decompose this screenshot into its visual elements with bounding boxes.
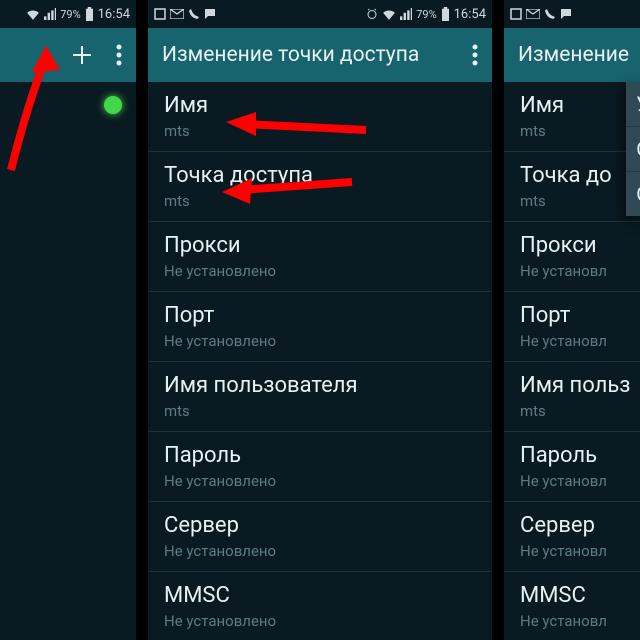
field-value: Не установл — [520, 332, 640, 352]
mail-icon — [170, 9, 184, 19]
field-title: Прокси — [520, 232, 640, 260]
field-value: Не установл — [520, 472, 640, 492]
status-bar: 79% 16:54 — [0, 0, 136, 28]
screenshot-icon — [154, 8, 166, 20]
chat-icon — [560, 8, 572, 20]
field-title: Пароль — [520, 442, 640, 470]
field-title: Имя пользователя — [164, 372, 476, 400]
field-title: Порт — [164, 302, 476, 330]
field-value: Не установл — [520, 542, 640, 562]
apn-field-row[interactable]: Точка доmts — [504, 152, 640, 221]
signal-icon — [400, 8, 412, 20]
status-bar — [504, 0, 640, 28]
phone-icon — [544, 8, 556, 20]
field-value: Не установлено — [164, 612, 476, 632]
phone-screenshot-3: Изменение УОС ИмяmtsТочка доmtsПроксиНе … — [504, 0, 640, 640]
mail-icon — [526, 9, 540, 19]
action-bar: Изменение — [504, 28, 640, 82]
apn-selected-radio[interactable] — [104, 96, 122, 114]
field-value: mts — [164, 402, 476, 422]
field-title: Прокси — [164, 232, 476, 260]
apn-list-content — [0, 82, 136, 640]
apn-field-row[interactable]: ПортНе установлено — [148, 292, 492, 361]
apn-field-row[interactable]: MMSCНе установл — [504, 572, 640, 640]
apn-field-row[interactable]: Точка доступаmts — [148, 152, 492, 221]
apn-field-row[interactable]: Имяmts — [148, 82, 492, 151]
field-value: mts — [520, 192, 640, 212]
overflow-menu-icon[interactable] — [116, 44, 122, 66]
field-value: Не установлено — [164, 262, 476, 282]
clock-time: 16:54 — [454, 7, 486, 22]
field-title: Имя — [520, 92, 640, 120]
status-bar: 79% 16:54 — [148, 0, 492, 28]
popup-menu-item[interactable]: С — [626, 172, 640, 216]
field-value: mts — [164, 192, 476, 212]
field-title: Имя польз — [520, 372, 640, 400]
field-value: Не установлено — [164, 332, 476, 352]
apn-edit-list: ИмяmtsТочка доступаmtsПроксиНе установле… — [148, 82, 492, 640]
phone-screenshot-1: 79% 16:54 — [0, 0, 136, 640]
chat-icon — [204, 8, 216, 20]
add-icon[interactable] — [70, 43, 94, 67]
overflow-menu-icon[interactable] — [472, 44, 478, 66]
field-title: Имя — [164, 92, 476, 120]
popup-menu-item[interactable]: У — [626, 82, 640, 127]
apn-field-row[interactable]: Имя пользователяmts — [148, 362, 492, 431]
signal-icon — [44, 8, 56, 20]
battery-pct: 79% — [416, 8, 436, 21]
apn-field-row[interactable]: ПарольНе установлено — [148, 432, 492, 501]
field-title: MMSC — [164, 582, 476, 610]
apn-edit-list: ИмяmtsТочка доmtsПроксиНе установлПортНе… — [504, 82, 640, 640]
field-value: Не установлено — [164, 472, 476, 492]
battery-pct: 79% — [60, 8, 80, 21]
apn-field-row[interactable]: MMSCНе установлено — [148, 572, 492, 640]
field-value: Не установл — [520, 262, 640, 282]
battery-icon — [441, 7, 450, 21]
field-value: Не установл — [520, 612, 640, 632]
action-bar: Изменение точки доступа — [148, 28, 492, 82]
apn-field-row[interactable]: ПроксиНе установлено — [148, 222, 492, 291]
field-title: Точка до — [520, 162, 640, 190]
field-value: mts — [164, 122, 476, 142]
page-title: Изменение — [518, 43, 629, 67]
alarm-icon — [366, 8, 378, 20]
phone-screenshot-2: 79% 16:54 Изменение точки доступа Имяmts… — [148, 0, 492, 640]
overflow-popup-menu: УОС — [626, 82, 640, 216]
apn-field-row[interactable]: ПроксиНе установл — [504, 222, 640, 291]
phone-icon — [188, 8, 200, 20]
apn-field-row[interactable]: ПортНе установл — [504, 292, 640, 361]
field-title: Сервер — [164, 512, 476, 540]
apn-field-row[interactable]: ПарольНе установл — [504, 432, 640, 501]
field-title: Пароль — [164, 442, 476, 470]
wifi-icon — [26, 8, 40, 20]
screenshot-icon — [510, 8, 522, 20]
clock-time: 16:54 — [98, 7, 130, 22]
wifi-icon — [382, 8, 396, 20]
field-value: mts — [520, 122, 640, 142]
apn-field-row[interactable]: СерверНе установл — [504, 502, 640, 571]
battery-icon — [85, 7, 94, 21]
field-title: MMSC — [520, 582, 640, 610]
apn-field-row[interactable]: Имя пользmts — [504, 362, 640, 431]
apn-field-row[interactable]: Имяmts — [504, 82, 640, 151]
action-bar — [0, 28, 136, 82]
field-title: Сервер — [520, 512, 640, 540]
field-value: mts — [520, 402, 640, 422]
field-value: Не установлено — [164, 542, 476, 562]
field-title: Порт — [520, 302, 640, 330]
apn-field-row[interactable]: СерверНе установлено — [148, 502, 492, 571]
field-title: Точка доступа — [164, 162, 476, 190]
popup-menu-item[interactable]: О — [626, 127, 640, 172]
page-title: Изменение точки доступа — [162, 43, 419, 67]
